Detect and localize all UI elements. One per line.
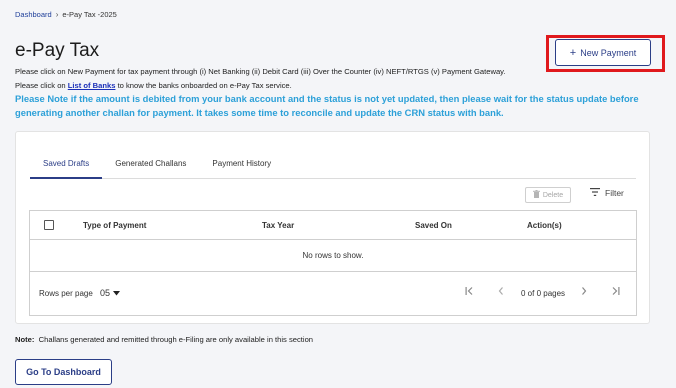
bank-list-suffix: to know the banks onboarded on e-Pay Tax… [115,81,292,90]
caret-down-icon [113,288,121,298]
bank-list-prefix: Please click on [15,81,68,90]
breadcrumb-dashboard-link[interactable]: Dashboard [15,10,52,19]
new-payment-label: New Payment [580,47,637,58]
col-type-of-payment[interactable]: Type of Payment [83,221,146,230]
table-header: Type of Payment Tax Year Saved On Action… [30,211,636,240]
empty-table-message: No rows to show. [30,240,636,272]
next-page-icon[interactable] [581,287,587,297]
page-count: 0 of 0 pages [521,289,566,298]
col-saved-on[interactable]: Saved On [415,221,452,230]
page-size-select[interactable]: 05 [100,288,121,298]
tab-bar: Saved Drafts Generated Challans Payment … [30,150,636,179]
bank-list-text: Please click on List of Banks to know th… [15,81,292,90]
delete-button[interactable]: Delete [525,187,571,203]
page-size-value: 05 [100,288,111,298]
col-actions: Action(s) [527,221,562,230]
plus-icon: + [569,46,577,59]
tab-saved-drafts[interactable]: Saved Drafts [30,150,103,179]
breadcrumb-separator: › [55,10,59,19]
footer-note-label: Note: [15,335,35,344]
new-payment-button[interactable]: + New Payment [555,39,651,66]
payment-methods-text: Please click on New Payment for tax paym… [15,67,506,76]
first-page-icon[interactable] [465,287,474,297]
status-note: Please Note if the amount is debited fro… [15,93,639,118]
previous-page-icon[interactable] [498,287,504,297]
footer-note-text: Challans generated and remitted through … [38,335,314,344]
rows-per-page-label: Rows per page [39,289,93,298]
delete-label: Delete [542,191,564,199]
breadcrumb: Dashboard › e-Pay Tax -2025 [15,10,117,19]
filter-label: Filter [605,188,624,198]
payments-card: Saved Drafts Generated Challans Payment … [15,131,650,324]
trash-icon [532,190,540,200]
filter-icon [590,188,600,198]
footer-note: Note: Challans generated and remitted th… [15,335,313,344]
tab-payment-history[interactable]: Payment History [199,150,284,179]
pagination: Rows per page 05 0 of 0 pages [30,272,636,316]
page-title: e-Pay Tax [15,40,100,61]
go-to-dashboard-button[interactable]: Go To Dashboard [15,359,112,385]
breadcrumb-current: e-Pay Tax -2025 [62,10,117,19]
filter-button[interactable]: Filter [590,188,624,198]
tab-generated-challans[interactable]: Generated Challans [102,150,199,179]
drafts-table: Type of Payment Tax Year Saved On Action… [29,210,637,316]
select-all-checkbox[interactable] [44,220,54,230]
last-page-icon[interactable] [611,287,620,297]
list-of-banks-link[interactable]: List of Banks [68,81,116,90]
col-tax-year[interactable]: Tax Year [262,221,294,230]
